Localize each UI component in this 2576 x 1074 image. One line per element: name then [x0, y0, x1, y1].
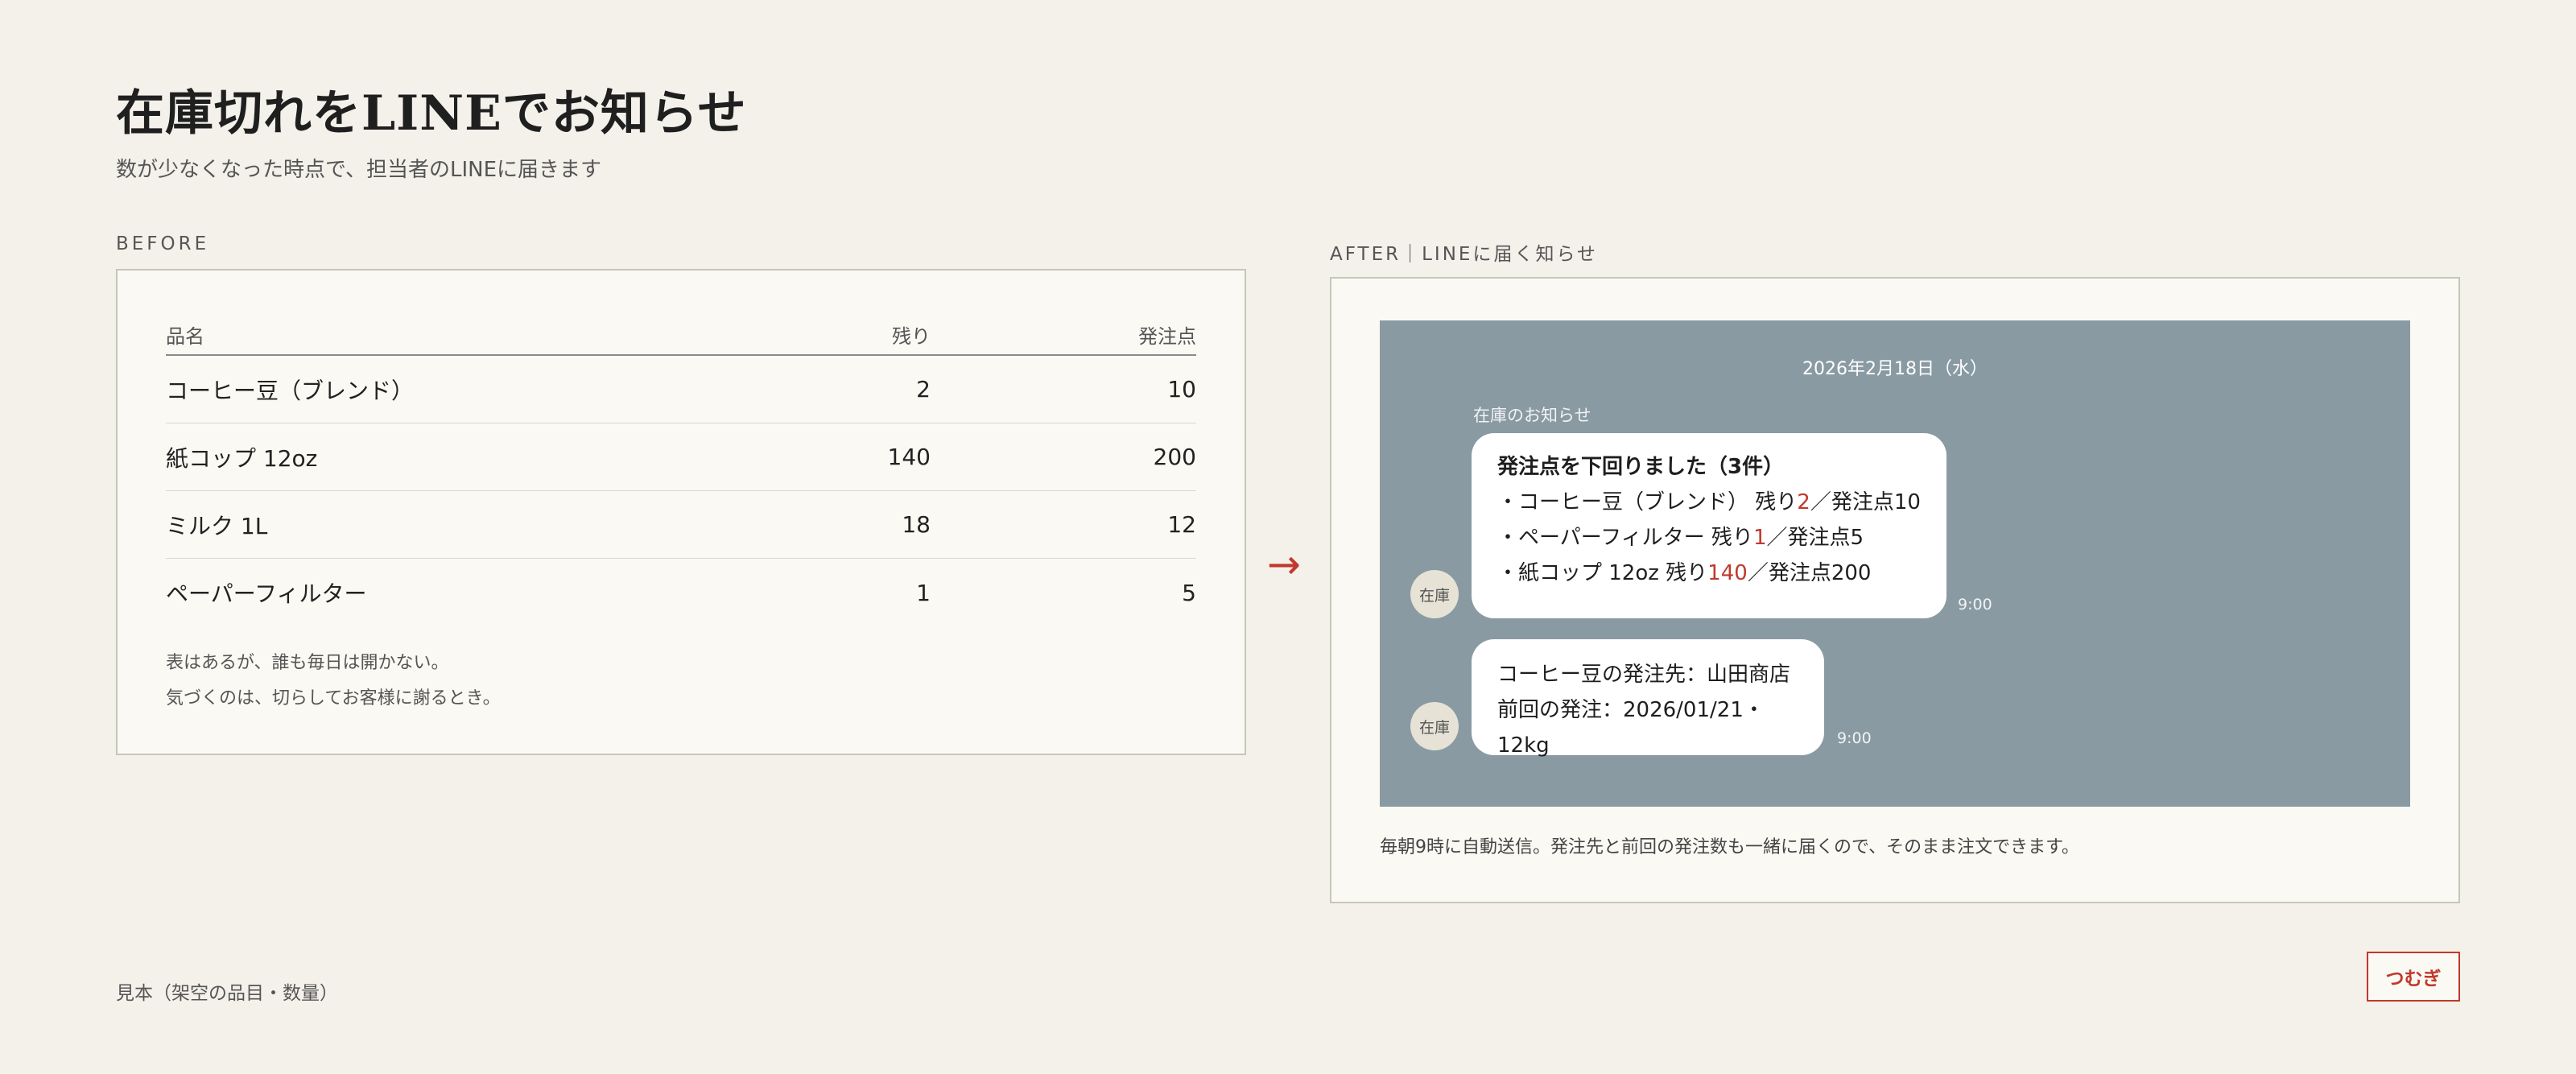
item-name: 紙コップ 12oz: [166, 444, 318, 472]
item-reorder-point: 5: [1182, 579, 1196, 606]
table-row: 紙コップ 12oz 140 200: [166, 423, 1196, 491]
after-panel: 2026年2月18日（水） 在庫のお知らせ 在庫 発注点を下回りました（3件） …: [1330, 277, 2460, 903]
message-item-prefix: ・紙コップ 12oz 残り: [1497, 561, 1708, 585]
item-reorder-point: 10: [1167, 376, 1196, 403]
table-row: コーヒー豆（ブレンド） 2 10: [166, 356, 1196, 423]
message-item-prefix: ・コーヒー豆（ブレンド） 残り: [1497, 490, 1798, 514]
message-line: コーヒー豆の発注先：山田商店: [1497, 663, 1791, 687]
item-reorder-point: 12: [1167, 511, 1196, 538]
item-remaining: 18: [902, 511, 931, 538]
before-note: 表はあるが、誰も毎日は開かない。 気づくのは、切らしてお客様に謝るとき。: [166, 646, 501, 717]
brand-logo: つむぎ: [2367, 952, 2460, 1002]
inventory-table: 品名 残り 発注点 コーヒー豆（ブレンド） 2 10 紙コップ 12oz 140…: [166, 314, 1196, 626]
avatar: 在庫: [1410, 570, 1459, 618]
message-item-suffix: ／発注点5: [1766, 526, 1864, 550]
item-remaining: 140: [887, 444, 931, 470]
sender-name: 在庫のお知らせ: [1473, 406, 1591, 425]
item-name: コーヒー豆（ブレンド）: [166, 377, 415, 404]
table-row: ペーパーフィルター 1 5: [166, 559, 1196, 626]
message-item-suffix: ／発注点200: [1747, 561, 1872, 585]
table-header: 品名 残り 発注点: [166, 314, 1196, 356]
chat-date: 2026年2月18日（水）: [1802, 359, 1988, 379]
message-item-remaining: 1: [1752, 526, 1767, 550]
message-title: 発注点を下回りました（3件）: [1497, 455, 1785, 479]
after-caption: 毎朝9時に自動送信。発注先と前回の発注数も一緒に届くので、そのまま注文できます。: [1380, 837, 2079, 857]
arrow-right-icon: →: [1267, 541, 1301, 588]
message-item-remaining: 2: [1797, 490, 1810, 514]
table-row: ミルク 1L 18 12: [166, 491, 1196, 559]
after-label: AFTER｜LINEに届く知らせ: [1330, 244, 1598, 265]
page: 在庫切れをLINEでお知らせ 数が少なくなった時点で、担当者のLINEに届きます…: [0, 0, 2576, 1074]
message-bubble: 発注点を下回りました（3件） ・コーヒー豆（ブレンド） 残り2／発注点10 ・ペ…: [1472, 433, 1946, 618]
page-subtitle: 数が少なくなった時点で、担当者のLINEに届きます: [116, 158, 601, 182]
message-item-suffix: ／発注点10: [1810, 490, 1921, 514]
before-panel: 品名 残り 発注点 コーヒー豆（ブレンド） 2 10 紙コップ 12oz 140…: [116, 269, 1246, 755]
item-remaining: 2: [916, 376, 931, 403]
page-title: 在庫切れをLINEでお知らせ: [116, 85, 747, 142]
message-time: 9:00: [1837, 729, 1872, 747]
sample-note: 見本（架空の品目・数量）: [116, 983, 338, 1004]
line-chat-mockup: 2026年2月18日（水） 在庫のお知らせ 在庫 発注点を下回りました（3件） …: [1380, 320, 2410, 807]
message-time: 9:00: [1958, 596, 1992, 613]
message-line: ・紙コップ 12oz 残り140／発注点200: [1497, 556, 1921, 591]
message-line: ・ペーパーフィルター 残り1／発注点5: [1497, 520, 1921, 556]
avatar: 在庫: [1410, 702, 1459, 750]
item-reorder-point: 200: [1153, 444, 1196, 470]
item-remaining: 1: [916, 579, 931, 606]
item-name: ミルク 1L: [166, 512, 268, 539]
before-note-line-2: 気づくのは、切らしてお客様に謝るとき。: [166, 688, 501, 708]
item-name: ペーパーフィルター: [166, 580, 367, 607]
message-bubble: コーヒー豆の発注先：山田商店 前回の発注：2026/01/21・12kg: [1472, 639, 1824, 758]
message-item-prefix: ・ペーパーフィルター 残り: [1497, 526, 1753, 550]
message-line: 前回の発注：2026/01/21・12kg: [1497, 698, 1765, 758]
column-header-remaining: 残り: [892, 324, 931, 348]
before-label: BEFORE: [116, 233, 210, 254]
column-header-reorder-point: 発注点: [1138, 324, 1196, 348]
column-header-name: 品名: [166, 324, 204, 348]
before-note-line-1: 表はあるが、誰も毎日は開かない。: [166, 653, 449, 673]
message-line: ・コーヒー豆（ブレンド） 残り2／発注点10: [1497, 485, 1921, 520]
message-item-remaining: 140: [1707, 561, 1748, 585]
